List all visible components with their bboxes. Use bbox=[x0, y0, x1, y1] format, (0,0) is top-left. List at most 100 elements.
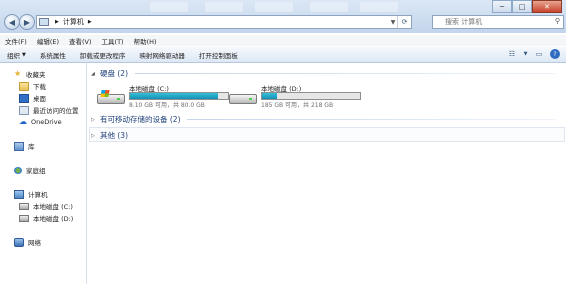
sidebar-item-computer[interactable]: 计算机 bbox=[14, 189, 48, 199]
open-control-panel-button[interactable]: 打开控制面板 bbox=[192, 47, 245, 62]
back-button[interactable]: ◀ bbox=[4, 14, 20, 30]
drive-free-space: 185 GB 可用，共 218 GB bbox=[261, 102, 334, 109]
help-icon[interactable]: ? bbox=[550, 49, 560, 59]
group-header-other[interactable]: ▷ 其他 (3) bbox=[91, 130, 128, 141]
title-bar: ─ □ ✕ ◀ ▶ ▶ 计算机 ▶ ▼ ⟳ ⚲ bbox=[0, 0, 566, 33]
close-button[interactable]: ✕ bbox=[532, 0, 562, 13]
expand-arrow-icon: ▷ bbox=[91, 132, 95, 139]
sidebar-item-label: 网络 bbox=[28, 239, 41, 247]
organize-button[interactable]: 组织 ▼ bbox=[0, 47, 33, 62]
menu-help[interactable]: 帮助(H) bbox=[129, 36, 162, 46]
window-controls: ─ □ ✕ bbox=[492, 0, 562, 13]
navigation-pane: ★ 收藏夹 下载 桌面 最近访问的位置 ☁ OneDrive 库 家庭组 计算机… bbox=[0, 63, 87, 284]
drive-free-space: 8.10 GB 可用，共 80.0 GB bbox=[129, 102, 205, 109]
system-properties-button[interactable]: 系统属性 bbox=[33, 47, 73, 62]
group-header-label: 其他 (3) bbox=[100, 131, 129, 140]
sidebar-item-label: 最近访问的位置 bbox=[33, 107, 79, 115]
drive-usage-fill bbox=[130, 93, 219, 99]
refresh-icon[interactable]: ⟳ bbox=[397, 16, 411, 28]
sidebar-item-recent-places[interactable]: 最近访问的位置 bbox=[19, 105, 79, 115]
drive-tile-c[interactable]: 本地磁盘 (C:) 8.10 GB 可用，共 80.0 GB bbox=[97, 83, 237, 109]
hard-drive-icon bbox=[229, 91, 257, 104]
hard-drive-icon bbox=[19, 202, 29, 210]
view-options: ☷ ▼ ▭ ? bbox=[507, 49, 560, 59]
chevron-down-icon[interactable]: ▼ bbox=[523, 49, 528, 59]
sidebar-item-label: 收藏夹 bbox=[26, 71, 46, 79]
sidebar-item-label: 家庭组 bbox=[26, 167, 46, 175]
sidebar-item-network[interactable]: 网络 bbox=[14, 237, 41, 247]
system-drive-icon bbox=[97, 90, 125, 104]
sidebar-item-downloads[interactable]: 下载 bbox=[19, 81, 46, 91]
drive-usage-fill bbox=[262, 93, 277, 99]
menu-edit[interactable]: 编辑(E) bbox=[32, 36, 64, 46]
sidebar-item-label: 本地磁盘 (D:) bbox=[33, 215, 74, 223]
collapse-arrow-icon: ◢ bbox=[91, 70, 95, 77]
drive-usage-bar bbox=[261, 92, 361, 100]
map-network-drive-button[interactable]: 映射网络驱动器 bbox=[132, 47, 192, 62]
organize-label: 组织 bbox=[7, 51, 20, 60]
sidebar-item-label: 下载 bbox=[33, 83, 46, 91]
title-bar-glass-reflection bbox=[310, 2, 348, 12]
group-header-label: 有可移动存储的设备 (2) bbox=[100, 115, 181, 124]
group-divider bbox=[187, 119, 555, 120]
content-pane: ◢ 硬盘 (2) 本地磁盘 (C:) 8.10 GB 可用，共 80.0 GB … bbox=[87, 63, 566, 284]
search-icon[interactable]: ⚲ bbox=[555, 17, 560, 25]
search-box[interactable]: ⚲ bbox=[432, 15, 564, 29]
forward-button[interactable]: ▶ bbox=[19, 14, 35, 30]
breadcrumb-separator-icon[interactable]: ▶ bbox=[86, 19, 94, 25]
address-bar[interactable]: ▶ 计算机 ▶ ▼ ⟳ bbox=[36, 15, 412, 29]
sidebar-item-homegroup[interactable]: 家庭组 bbox=[14, 165, 46, 175]
title-bar-glass-reflection bbox=[360, 2, 398, 12]
group-divider bbox=[135, 73, 555, 74]
uninstall-program-button[interactable]: 卸载或更改程序 bbox=[73, 47, 133, 62]
minimize-button[interactable]: ─ bbox=[492, 0, 512, 13]
recent-places-icon bbox=[19, 105, 29, 115]
arrow-right-icon: ▶ bbox=[23, 17, 31, 27]
group-header-removable[interactable]: ▷ 有可移动存储的设备 (2) bbox=[91, 114, 181, 125]
hard-drive-icon bbox=[19, 214, 29, 222]
sidebar-item-drive-c[interactable]: 本地磁盘 (C:) bbox=[19, 201, 73, 211]
network-icon bbox=[14, 237, 24, 247]
title-bar-glass-reflection bbox=[255, 2, 293, 12]
group-other-box[interactable] bbox=[89, 127, 565, 142]
library-icon bbox=[14, 141, 24, 151]
search-input[interactable] bbox=[433, 17, 557, 27]
command-bar: 组织 ▼ 系统属性 卸载或更改程序 映射网络驱动器 打开控制面板 ☷ ▼ ▭ ? bbox=[0, 47, 566, 63]
expand-arrow-icon: ▷ bbox=[91, 116, 95, 123]
desktop-icon bbox=[19, 93, 29, 103]
explorer-window: ─ □ ✕ ◀ ▶ ▶ 计算机 ▶ ▼ ⟳ ⚲ 文件(F) 编辑(E) 查看(V… bbox=[0, 0, 566, 284]
computer-icon bbox=[14, 189, 24, 199]
sidebar-item-favorites[interactable]: ★ 收藏夹 bbox=[14, 69, 46, 80]
drive-usage-bar bbox=[129, 92, 229, 100]
breadcrumb-separator-icon[interactable]: ▶ bbox=[53, 19, 61, 25]
sidebar-item-libraries[interactable]: 库 bbox=[14, 141, 35, 151]
menu-file[interactable]: 文件(F) bbox=[0, 36, 32, 46]
drive-tile-d[interactable]: 本地磁盘 (D:) 185 GB 可用，共 218 GB bbox=[229, 83, 369, 109]
sidebar-item-label: 本地磁盘 (C:) bbox=[33, 203, 73, 211]
group-header-hard-disks[interactable]: ◢ 硬盘 (2) bbox=[91, 68, 128, 79]
star-icon: ★ bbox=[14, 69, 22, 78]
cloud-icon: ☁ bbox=[19, 117, 27, 126]
address-computer-icon bbox=[37, 18, 53, 26]
sidebar-item-drive-d[interactable]: 本地磁盘 (D:) bbox=[19, 213, 73, 223]
maximize-button[interactable]: □ bbox=[512, 0, 532, 13]
menu-bar: 文件(F) 编辑(E) 查看(V) 工具(T) 帮助(H) bbox=[0, 35, 566, 46]
title-bar-glass-reflection bbox=[205, 2, 243, 12]
preview-pane-icon[interactable]: ▭ bbox=[534, 49, 544, 59]
menu-view[interactable]: 查看(V) bbox=[64, 36, 97, 46]
title-bar-glass-reflection bbox=[150, 2, 188, 12]
sidebar-item-label: 库 bbox=[28, 143, 35, 151]
sidebar-item-desktop[interactable]: 桌面 bbox=[19, 93, 46, 103]
chevron-down-icon: ▼ bbox=[22, 51, 26, 58]
menu-tools[interactable]: 工具(T) bbox=[97, 36, 129, 46]
breadcrumb-computer[interactable]: 计算机 bbox=[61, 17, 86, 27]
sidebar-item-label: OneDrive bbox=[31, 118, 62, 126]
homegroup-icon bbox=[14, 166, 22, 174]
sidebar-item-label: 桌面 bbox=[33, 95, 46, 103]
change-view-icon[interactable]: ☷ bbox=[507, 49, 517, 59]
group-header-label: 硬盘 (2) bbox=[100, 69, 129, 78]
address-dropdown-icon[interactable]: ▼ bbox=[389, 16, 397, 28]
sidebar-item-onedrive[interactable]: ☁ OneDrive bbox=[19, 117, 62, 127]
sidebar-item-label: 计算机 bbox=[28, 191, 48, 199]
arrow-left-icon: ◀ bbox=[8, 17, 16, 27]
